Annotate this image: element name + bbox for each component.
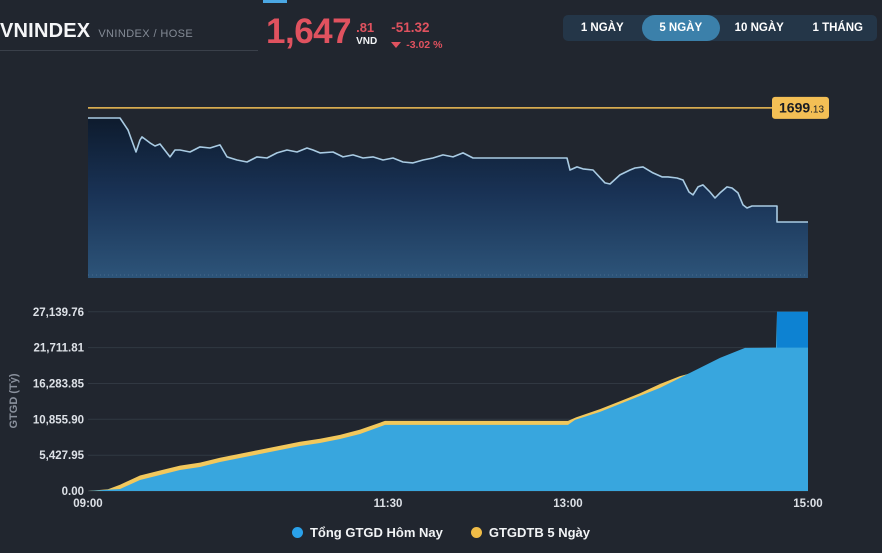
volume-y-tick: 21,711.81	[33, 343, 84, 355]
legend-item-gtgdtb[interactable]: GTGDTB 5 Ngày	[471, 525, 590, 540]
price-area	[88, 118, 808, 278]
blue-dot-icon	[292, 527, 303, 538]
volume-x-tick: 11:30	[374, 498, 403, 510]
atc-highlight-bar	[777, 312, 808, 348]
legend-item-tong-gtgd[interactable]: Tổng GTGD Hôm Nay	[292, 525, 443, 540]
volume-y-tick: 27,139.76	[33, 307, 84, 319]
charts-canvas: 1699.130.005,427.9510,855.9016,283.8521,…	[0, 0, 882, 553]
volume-y-tick: 5,427.95	[39, 450, 84, 462]
volume-y-axis-label: GTGD (Tỷ)	[8, 373, 20, 428]
volume-x-tick: 09:00	[73, 498, 102, 510]
volume-x-tick: 15:00	[793, 498, 822, 510]
volume-y-tick: 10,855.90	[33, 414, 84, 426]
volume-y-tick: 0.00	[62, 486, 84, 498]
chart-legend: Tổng GTGD Hôm Nay GTGDTB 5 Ngày	[0, 525, 882, 540]
yellow-dot-icon	[471, 527, 482, 538]
volume-x-tick: 13:00	[553, 498, 582, 510]
volume-y-tick: 16,283.85	[33, 379, 85, 391]
